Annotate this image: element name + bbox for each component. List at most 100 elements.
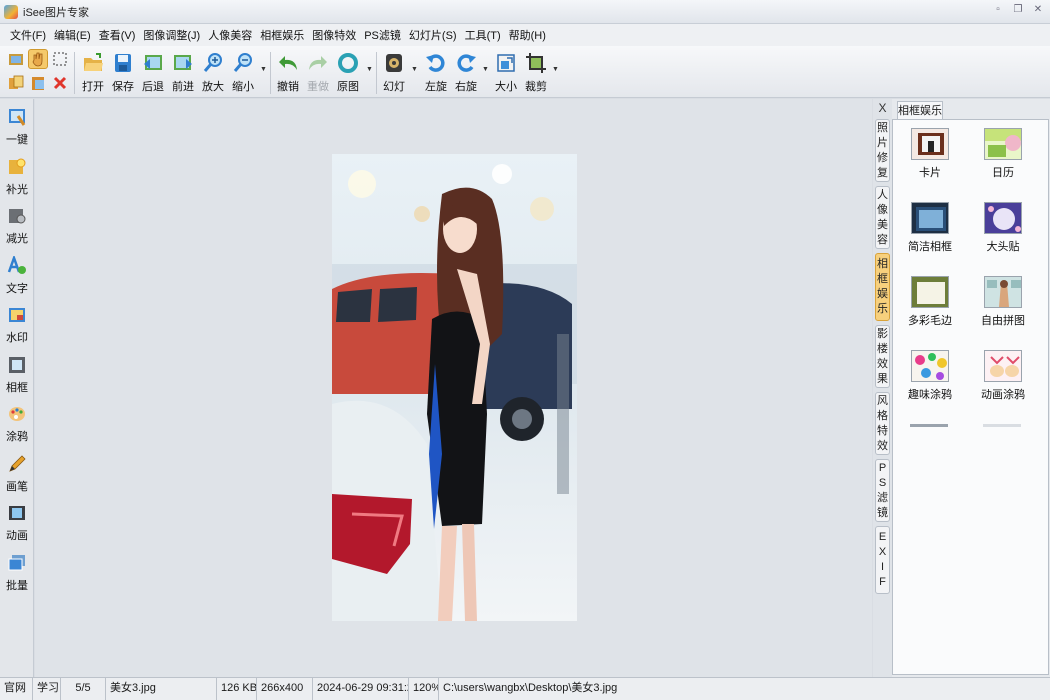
slideshow-dropdown-chevron-icon[interactable]: ▼ — [411, 66, 418, 73]
menu-edit[interactable]: 编辑(E) — [50, 27, 95, 43]
watermark-tool[interactable]: 水印 — [0, 297, 34, 345]
tab-frames-label: 相框娱乐 — [877, 258, 888, 315]
tab-portrait[interactable]: 人像美容 — [875, 186, 890, 249]
darken-tool[interactable]: 减光 — [0, 198, 34, 246]
back-button[interactable]: 后退 — [138, 50, 168, 96]
save-button[interactable]: 保存 — [108, 50, 138, 96]
image-canvas[interactable] — [35, 99, 872, 677]
frame-item-anime-doodle[interactable]: 动画涂鸦 — [973, 350, 1033, 402]
zoom-dropdown-chevron-icon[interactable]: ▼ — [260, 66, 267, 73]
paste-icon[interactable] — [28, 73, 48, 93]
original-icon — [338, 53, 358, 73]
tab-exif[interactable]: EXIF — [875, 526, 890, 594]
copy-icon[interactable] — [6, 73, 26, 93]
save-icon — [115, 54, 131, 72]
select-rect-icon[interactable] — [50, 49, 70, 69]
brighten-tool[interactable]: 补光 — [0, 149, 34, 197]
batch-icon — [8, 555, 25, 571]
slideshow-icon — [386, 54, 402, 72]
brighten-icon — [9, 158, 26, 174]
animation-tool[interactable]: 动画 — [0, 495, 34, 543]
menu-slideshow[interactable]: 幻灯片(S) — [405, 27, 461, 43]
file-path: C:\users\wangbx\Desktop\美女3.jpg — [443, 682, 618, 694]
file-size: 126 KB — [217, 678, 257, 700]
resize-button[interactable]: 大小 — [491, 50, 521, 96]
tab-studio-effects-label: 影楼效果 — [877, 327, 888, 385]
open-folder-icon[interactable] — [6, 49, 26, 69]
text-tool[interactable]: 文字 — [0, 248, 34, 296]
menu-tools[interactable]: 工具(T) — [461, 27, 505, 43]
original-dropdown-chevron-icon[interactable]: ▼ — [366, 66, 373, 73]
frame-item-free-collage[interactable]: 自由拼图 — [973, 276, 1033, 328]
frame-panel-body: 卡片 日历 简洁相框 大头贴 多彩毛边 自由拼图 趣味涂鸦 动画涂鸦 — [892, 119, 1049, 675]
pencil-icon — [9, 455, 26, 472]
menu-frames[interactable]: 相框娱乐 — [256, 27, 308, 43]
forward-icon — [174, 55, 192, 70]
more-items-divider — [910, 424, 948, 427]
original-button[interactable]: 原图 — [333, 50, 363, 96]
crop-button[interactable]: 裁剪 — [521, 50, 551, 96]
tab-ps-filter[interactable]: PS滤镜 — [875, 459, 890, 522]
rotate-right-button[interactable]: 右旋 — [451, 50, 481, 96]
slideshow-button[interactable]: 幻灯 — [379, 50, 409, 96]
frame-panel-tab[interactable]: 相框娱乐 — [897, 101, 943, 120]
frame-tool[interactable]: 相框 — [0, 347, 34, 395]
tab-frames[interactable]: 相框娱乐 — [875, 253, 890, 321]
menu-image-adjust[interactable]: 图像调整(J) — [139, 27, 204, 43]
undo-button[interactable]: 撤销 — [273, 50, 303, 96]
menu-help[interactable]: 帮助(H) — [505, 27, 550, 43]
app-logo-icon — [4, 4, 18, 19]
official-site-link[interactable]: 官网 — [0, 678, 33, 700]
menu-effects[interactable]: 图像特效 — [308, 27, 360, 43]
brush-tool[interactable]: 画笔 — [0, 446, 34, 494]
crop-dropdown-chevron-icon[interactable]: ▼ — [552, 66, 559, 73]
doodle-tool[interactable]: 涂鸦 — [0, 396, 34, 444]
open-button[interactable]: 打开 — [78, 50, 108, 96]
darken-icon — [9, 209, 26, 224]
rotate-right-icon — [457, 54, 476, 72]
menu-portrait[interactable]: 人像美容 — [204, 27, 256, 43]
crop-icon — [526, 53, 546, 73]
tab-exif-label: EXIF — [878, 531, 887, 588]
menu-ps-filter[interactable]: PS滤镜 — [360, 27, 405, 43]
one-click-icon — [9, 109, 26, 126]
redo-icon — [309, 56, 327, 70]
menu-file[interactable]: 文件(F) — [6, 27, 50, 43]
tab-portrait-label: 人像美容 — [877, 188, 888, 246]
palette-icon — [9, 407, 25, 421]
frame-item-fun-doodle[interactable]: 趣味涂鸦 — [900, 350, 960, 402]
frame-item-photobooth[interactable]: 大头贴 — [973, 202, 1033, 254]
frame-item-calendar[interactable]: 日历 — [973, 128, 1033, 180]
back-icon — [144, 55, 162, 70]
zoom-out-button[interactable]: 缩小 — [228, 50, 258, 96]
tab-style-effects[interactable]: 风格特效 — [875, 392, 890, 455]
hand-tool-icon[interactable] — [28, 49, 48, 69]
menu-view[interactable]: 查看(V) — [95, 27, 140, 43]
simple-frame-thumbnail-icon — [911, 202, 949, 234]
minimize-icon[interactable]: ▫ — [992, 4, 1004, 16]
left-toolbar: 一键 补光 减光 文字 水印 相框 涂鸦 画笔 动画 批量 — [0, 99, 34, 677]
frame-item-simple[interactable]: 简洁相框 — [900, 202, 960, 254]
frame-item-colorful-edge[interactable]: 多彩毛边 — [900, 276, 960, 328]
undo-icon — [279, 56, 297, 70]
zoom-level: 120% — [409, 678, 439, 700]
card-thumbnail-icon — [911, 128, 949, 160]
file-datetime: 2024-06-29 09:31:21 — [313, 678, 409, 700]
learn-link[interactable]: 学习 — [33, 678, 61, 700]
colorful-edge-thumbnail-icon — [911, 276, 949, 308]
window-title: iSee图片专家 — [23, 6, 90, 19]
batch-tool[interactable]: 批量 — [0, 545, 34, 593]
zoom-in-button[interactable]: 放大 — [198, 50, 228, 96]
close-panel-icon[interactable]: X — [873, 101, 892, 115]
frame-item-card[interactable]: 卡片 — [900, 128, 960, 180]
tab-photo-repair[interactable]: 照片修复 — [875, 119, 890, 182]
close-icon[interactable]: ✕ — [1032, 4, 1044, 16]
tab-photo-repair-label: 照片修复 — [877, 121, 888, 179]
one-click-tool[interactable]: 一键 — [0, 99, 34, 147]
delete-icon[interactable] — [50, 73, 70, 93]
rotate-left-button[interactable]: 左旋 — [421, 50, 451, 96]
restore-icon[interactable]: ❐ — [1012, 4, 1024, 16]
forward-button[interactable]: 前进 — [168, 50, 198, 96]
rotate-dropdown-chevron-icon[interactable]: ▼ — [482, 66, 489, 73]
tab-studio-effects[interactable]: 影楼效果 — [875, 325, 890, 388]
